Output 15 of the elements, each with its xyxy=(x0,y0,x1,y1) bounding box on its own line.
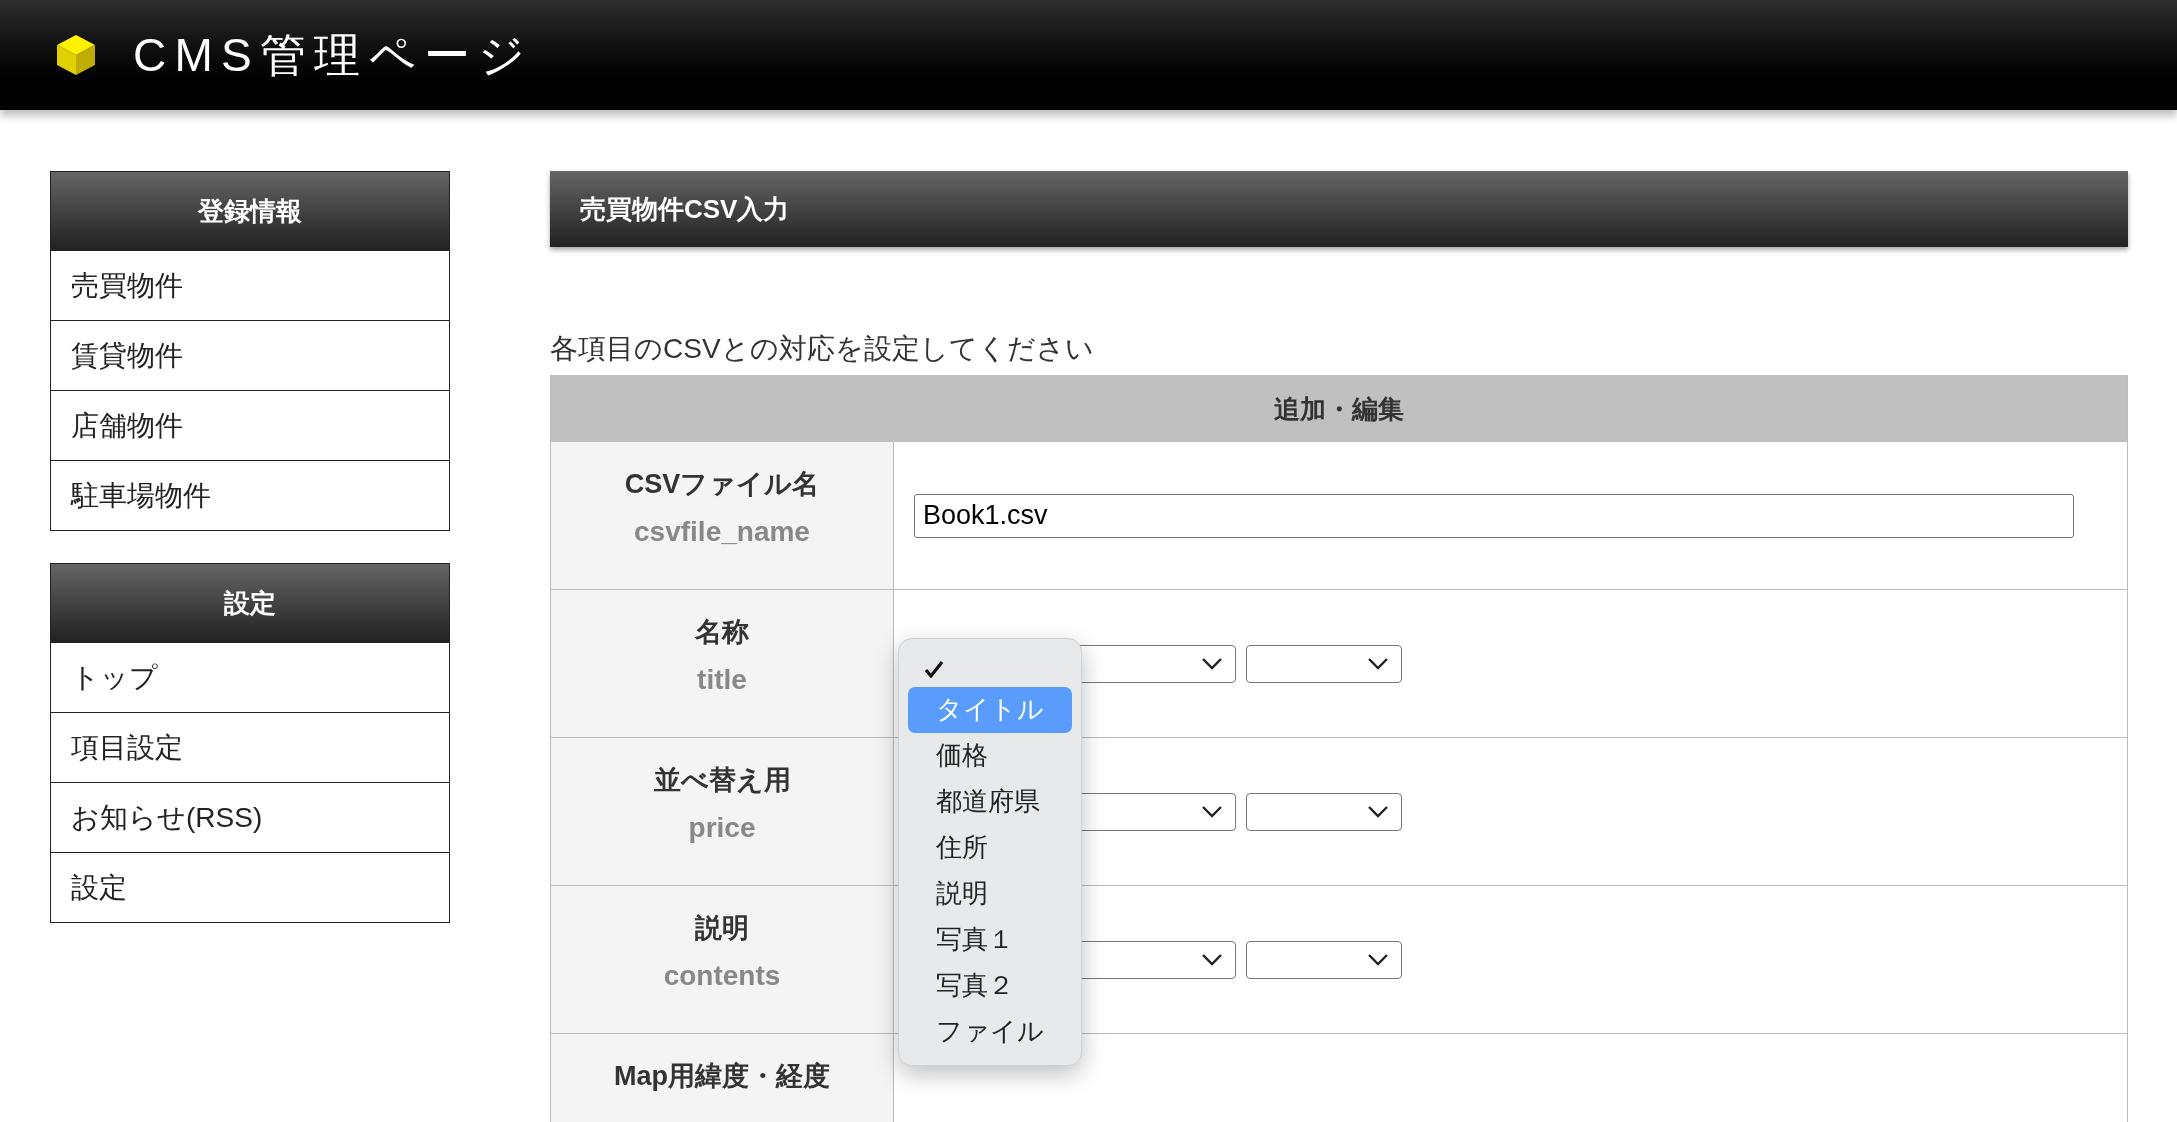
field-key: title xyxy=(697,662,747,698)
field-key: price xyxy=(688,810,756,846)
field-label: 並べ替え用 xyxy=(653,764,791,797)
sidebar-heading: 登録情報 xyxy=(51,172,449,250)
field-key: csvfile_name xyxy=(634,514,810,550)
field-label: Map用緯度・経度 xyxy=(614,1060,830,1093)
field-key: contents xyxy=(663,958,781,994)
instruction-text: 各項目のCSVとの対応を設定してください xyxy=(550,332,1095,366)
field-label: CSVファイル名 xyxy=(624,468,820,501)
sidebar-heading: 設定 xyxy=(51,564,449,642)
app-title: CMS管理ページ xyxy=(133,32,534,78)
field-label: 名称 xyxy=(695,616,749,649)
page-title-bar: 売買物件CSV入力 xyxy=(550,171,2128,247)
table-heading: 追加・編集 xyxy=(551,376,2127,442)
field-label: 説明 xyxy=(695,912,749,945)
